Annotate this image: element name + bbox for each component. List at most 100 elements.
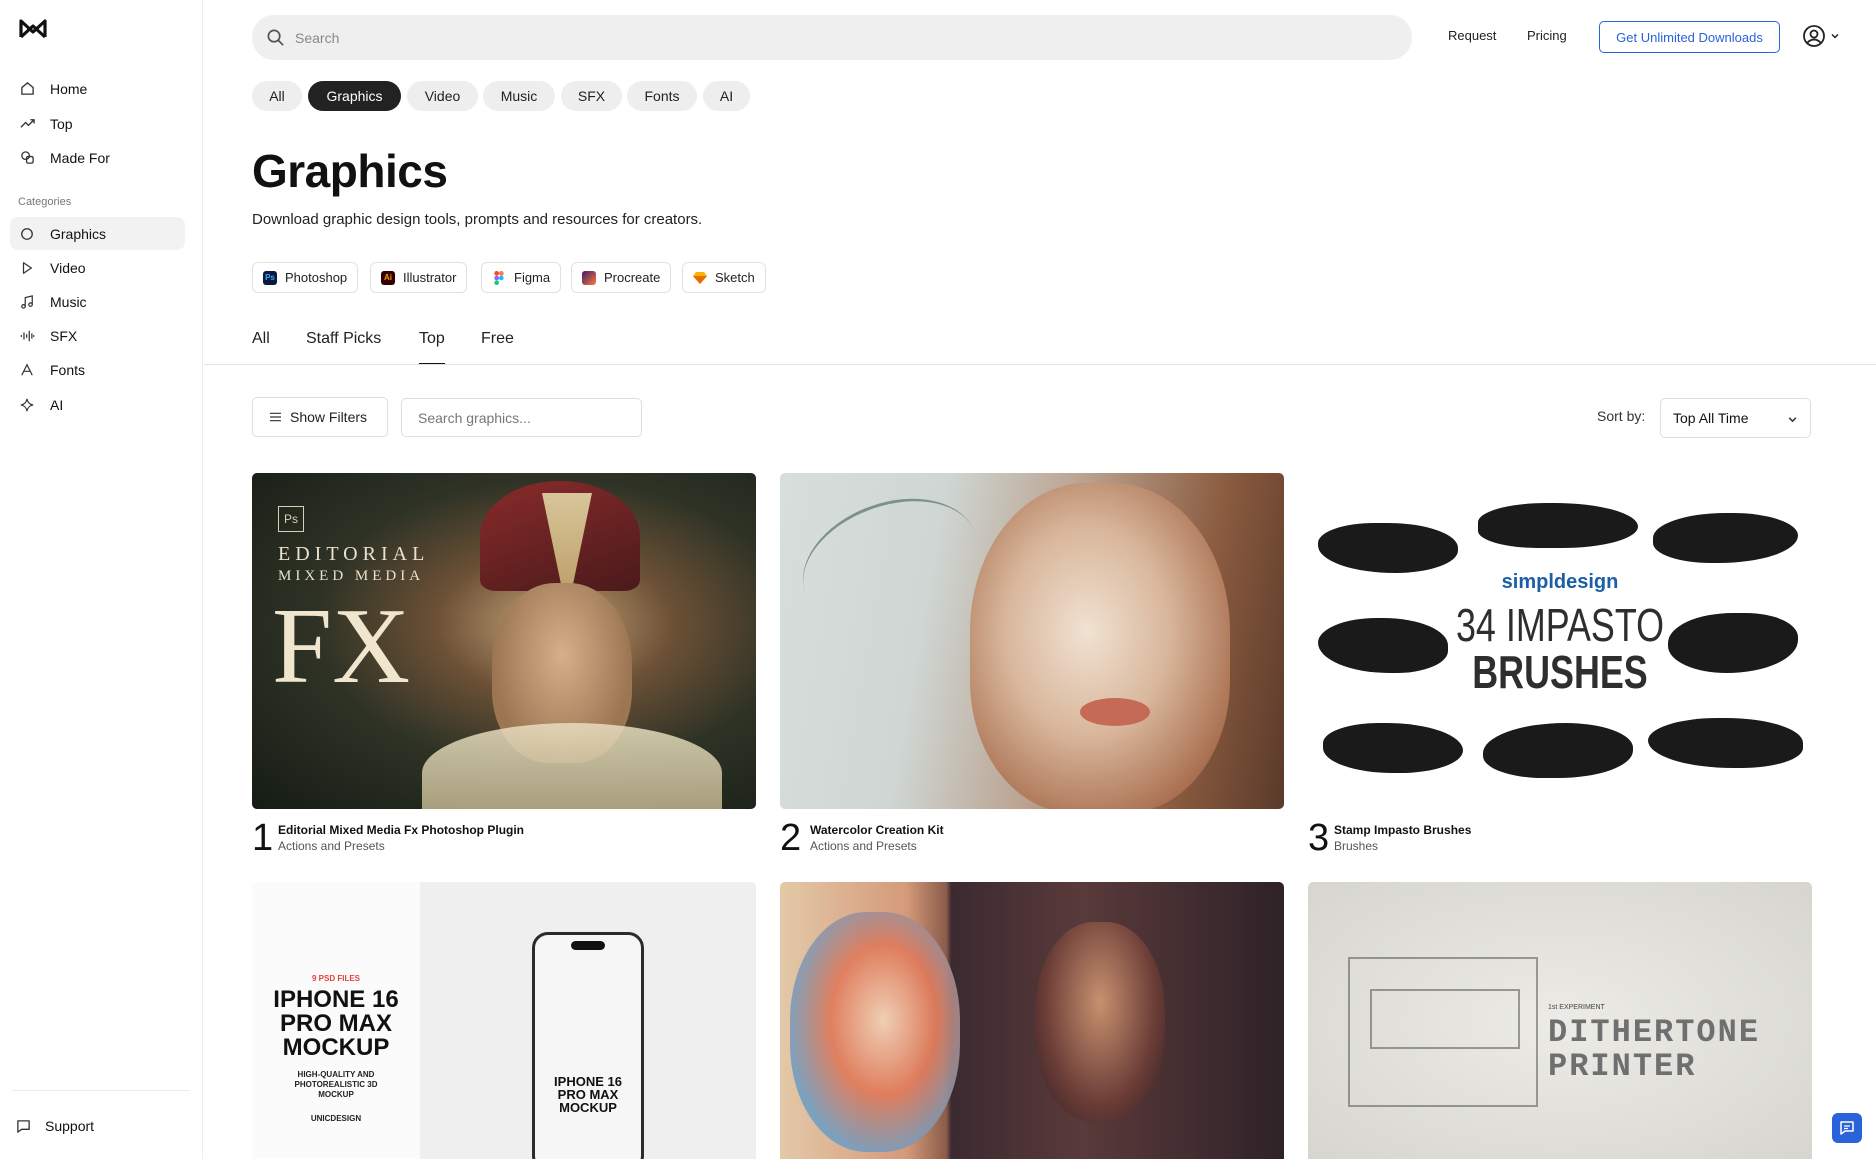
sidebar-divider xyxy=(12,1090,190,1091)
support-label: Support xyxy=(45,1118,95,1134)
sidebar-item-top[interactable]: Top xyxy=(10,107,185,140)
pill-ai[interactable]: AI xyxy=(703,81,750,111)
app-chip-photoshop[interactable]: Ps Photoshop xyxy=(252,262,359,293)
product-thumbnail[interactable]: 9 PSD FILES IPHONE 16 PRO MAX MOCKUP HIG… xyxy=(252,882,756,1159)
product-card[interactable]: Ps EDITORIAL MIXED MEDIA FX 1 Editorial … xyxy=(252,473,756,857)
thumb-small-text: 1st EXPERIMENT xyxy=(1548,1004,1605,1011)
ps-badge: Ps xyxy=(278,506,304,532)
pill-graphics[interactable]: Graphics xyxy=(308,81,401,111)
rank-number: 3 xyxy=(1308,817,1330,859)
thumb-tag: 9 PSD FILES xyxy=(311,974,360,983)
decor-hair xyxy=(784,475,996,651)
get-unlimited-downloads-button[interactable]: Get Unlimited Downloads xyxy=(1599,21,1780,53)
thumb-title: IPHONE 16 PRO MAX MOCKUP xyxy=(252,988,420,1060)
product-category[interactable]: Actions and Presets xyxy=(810,839,917,853)
app-chip-illustrator[interactable]: Ai Illustrator xyxy=(370,262,468,293)
product-thumbnail[interactable] xyxy=(780,473,1284,809)
sidebar-item-fonts[interactable]: Fonts xyxy=(10,353,185,386)
decor-face xyxy=(970,483,1230,809)
thumb-brand: UNICDESIGN xyxy=(310,1114,362,1123)
support-link[interactable]: Support xyxy=(16,1118,94,1134)
phone-island xyxy=(571,941,605,950)
product-card[interactable]: simpldesign 34 IMPASTO BRUSHES 3 Stamp I… xyxy=(1308,473,1812,857)
sidebar-item-label: Home xyxy=(50,80,88,97)
thumb-text-line1: DITHERTONE xyxy=(1548,1014,1761,1051)
photoshop-icon: Ps xyxy=(263,270,277,285)
pricing-link[interactable]: Pricing xyxy=(1527,28,1567,43)
tab-staff-picks[interactable]: Staff Picks xyxy=(306,330,381,365)
product-thumbnail[interactable]: Ps EDITORIAL MIXED MEDIA FX xyxy=(252,473,756,809)
thumb-text-big: FX xyxy=(272,587,411,706)
thumb-desc-line: HIGH-QUALITY AND xyxy=(297,1070,375,1079)
pill-all[interactable]: All xyxy=(252,81,302,111)
decor-lips xyxy=(1080,698,1150,726)
sparkle-icon xyxy=(18,396,36,414)
app-chip-sketch[interactable]: Sketch xyxy=(682,262,766,293)
pill-video[interactable]: Video xyxy=(407,81,478,111)
app-chip-procreate[interactable]: Procreate xyxy=(571,262,672,293)
product-title[interactable]: Editorial Mixed Media Fx Photoshop Plugi… xyxy=(278,823,524,837)
home-icon xyxy=(18,80,36,98)
sidebar: Home Top Made For Categories Graphics Vi… xyxy=(0,0,203,1159)
thumb-desc-line: PHOTOREALISTIC 3D xyxy=(294,1080,378,1089)
search-input[interactable] xyxy=(295,29,1195,46)
tab-top[interactable]: Top xyxy=(419,330,445,365)
request-link[interactable]: Request xyxy=(1448,28,1496,43)
product-category[interactable]: Actions and Presets xyxy=(278,839,385,853)
sidebar-item-label: SFX xyxy=(50,327,78,344)
pill-sfx[interactable]: SFX xyxy=(561,81,622,111)
product-card[interactable]: 9 PSD FILES IPHONE 16 PRO MAX MOCKUP HIG… xyxy=(252,882,756,1159)
music-note-icon xyxy=(18,293,36,311)
illustrator-icon: Ai xyxy=(381,270,395,285)
product-card[interactable] xyxy=(780,882,1284,1159)
thumb-text-line2: PRINTER xyxy=(1548,1048,1697,1085)
graphics-search-input[interactable] xyxy=(401,398,642,437)
procreate-icon xyxy=(582,270,596,285)
sidebar-item-label: Music xyxy=(50,293,87,310)
account-menu[interactable] xyxy=(1802,24,1840,48)
sidebar-item-music[interactable]: Music xyxy=(10,285,185,318)
tab-all[interactable]: All xyxy=(252,330,270,365)
thumb-text-line2: BRUSHES xyxy=(1472,646,1648,698)
show-filters-button[interactable]: Show Filters xyxy=(252,397,388,437)
sidebar-item-made-for[interactable]: Made For xyxy=(10,141,185,174)
product-title[interactable]: Watercolor Creation Kit xyxy=(810,823,944,837)
sidebar-item-label: Graphics xyxy=(50,225,107,242)
sidebar-item-label: Video xyxy=(50,259,86,276)
product-title[interactable]: Stamp Impasto Brushes xyxy=(1334,823,1471,837)
sort-label: Sort by: xyxy=(1597,408,1646,424)
product-card[interactable]: 1st EXPERIMENT DITHERTONE PRINTER xyxy=(1308,882,1812,1159)
app-chip-label: Illustrator xyxy=(403,270,457,285)
pill-fonts[interactable]: Fonts xyxy=(627,81,697,111)
global-search[interactable] xyxy=(252,15,1412,60)
page-subtitle: Download graphic design tools, prompts a… xyxy=(252,211,703,228)
search-icon xyxy=(266,28,285,47)
product-thumbnail[interactable] xyxy=(780,882,1284,1159)
chevron-down-icon xyxy=(1830,31,1840,41)
sidebar-item-label: Made For xyxy=(50,149,110,166)
rank-number: 1 xyxy=(252,817,274,859)
sidebar-item-video[interactable]: Video xyxy=(10,251,185,284)
sort-value: Top All Time xyxy=(1673,410,1749,426)
product-thumbnail[interactable]: 1st EXPERIMENT DITHERTONE PRINTER xyxy=(1308,882,1812,1159)
show-filters-label: Show Filters xyxy=(290,409,368,425)
sidebar-item-ai[interactable]: AI xyxy=(10,388,185,421)
thumb-title-line: MOCKUP xyxy=(282,1034,390,1061)
pill-music[interactable]: Music xyxy=(483,81,555,111)
sidebar-item-graphics[interactable]: Graphics xyxy=(10,217,185,250)
product-card[interactable]: 2 Watercolor Creation Kit Actions and Pr… xyxy=(780,473,1284,857)
product-category[interactable]: Brushes xyxy=(1334,839,1378,853)
play-icon xyxy=(18,259,36,277)
product-thumbnail[interactable]: simpldesign 34 IMPASTO BRUSHES xyxy=(1308,473,1812,809)
chat-widget-button[interactable] xyxy=(1832,1113,1862,1143)
printer-sketch-panel xyxy=(1370,989,1520,1049)
thumb-desc: HIGH-QUALITY AND PHOTOREALISTIC 3D MOCKU… xyxy=(252,1070,420,1100)
sidebar-item-home[interactable]: Home xyxy=(10,72,185,105)
sort-select[interactable]: Top All Time xyxy=(1660,398,1811,438)
brand-text: simpldesign xyxy=(1501,571,1619,593)
app-chip-figma[interactable]: Figma xyxy=(481,262,562,293)
logo-icon[interactable] xyxy=(18,17,48,41)
sidebar-item-sfx[interactable]: SFX xyxy=(10,319,185,352)
tab-free[interactable]: Free xyxy=(481,330,514,365)
phone-screen-text: IPHONE 16 PRO MAX MOCKUP xyxy=(535,1075,641,1114)
